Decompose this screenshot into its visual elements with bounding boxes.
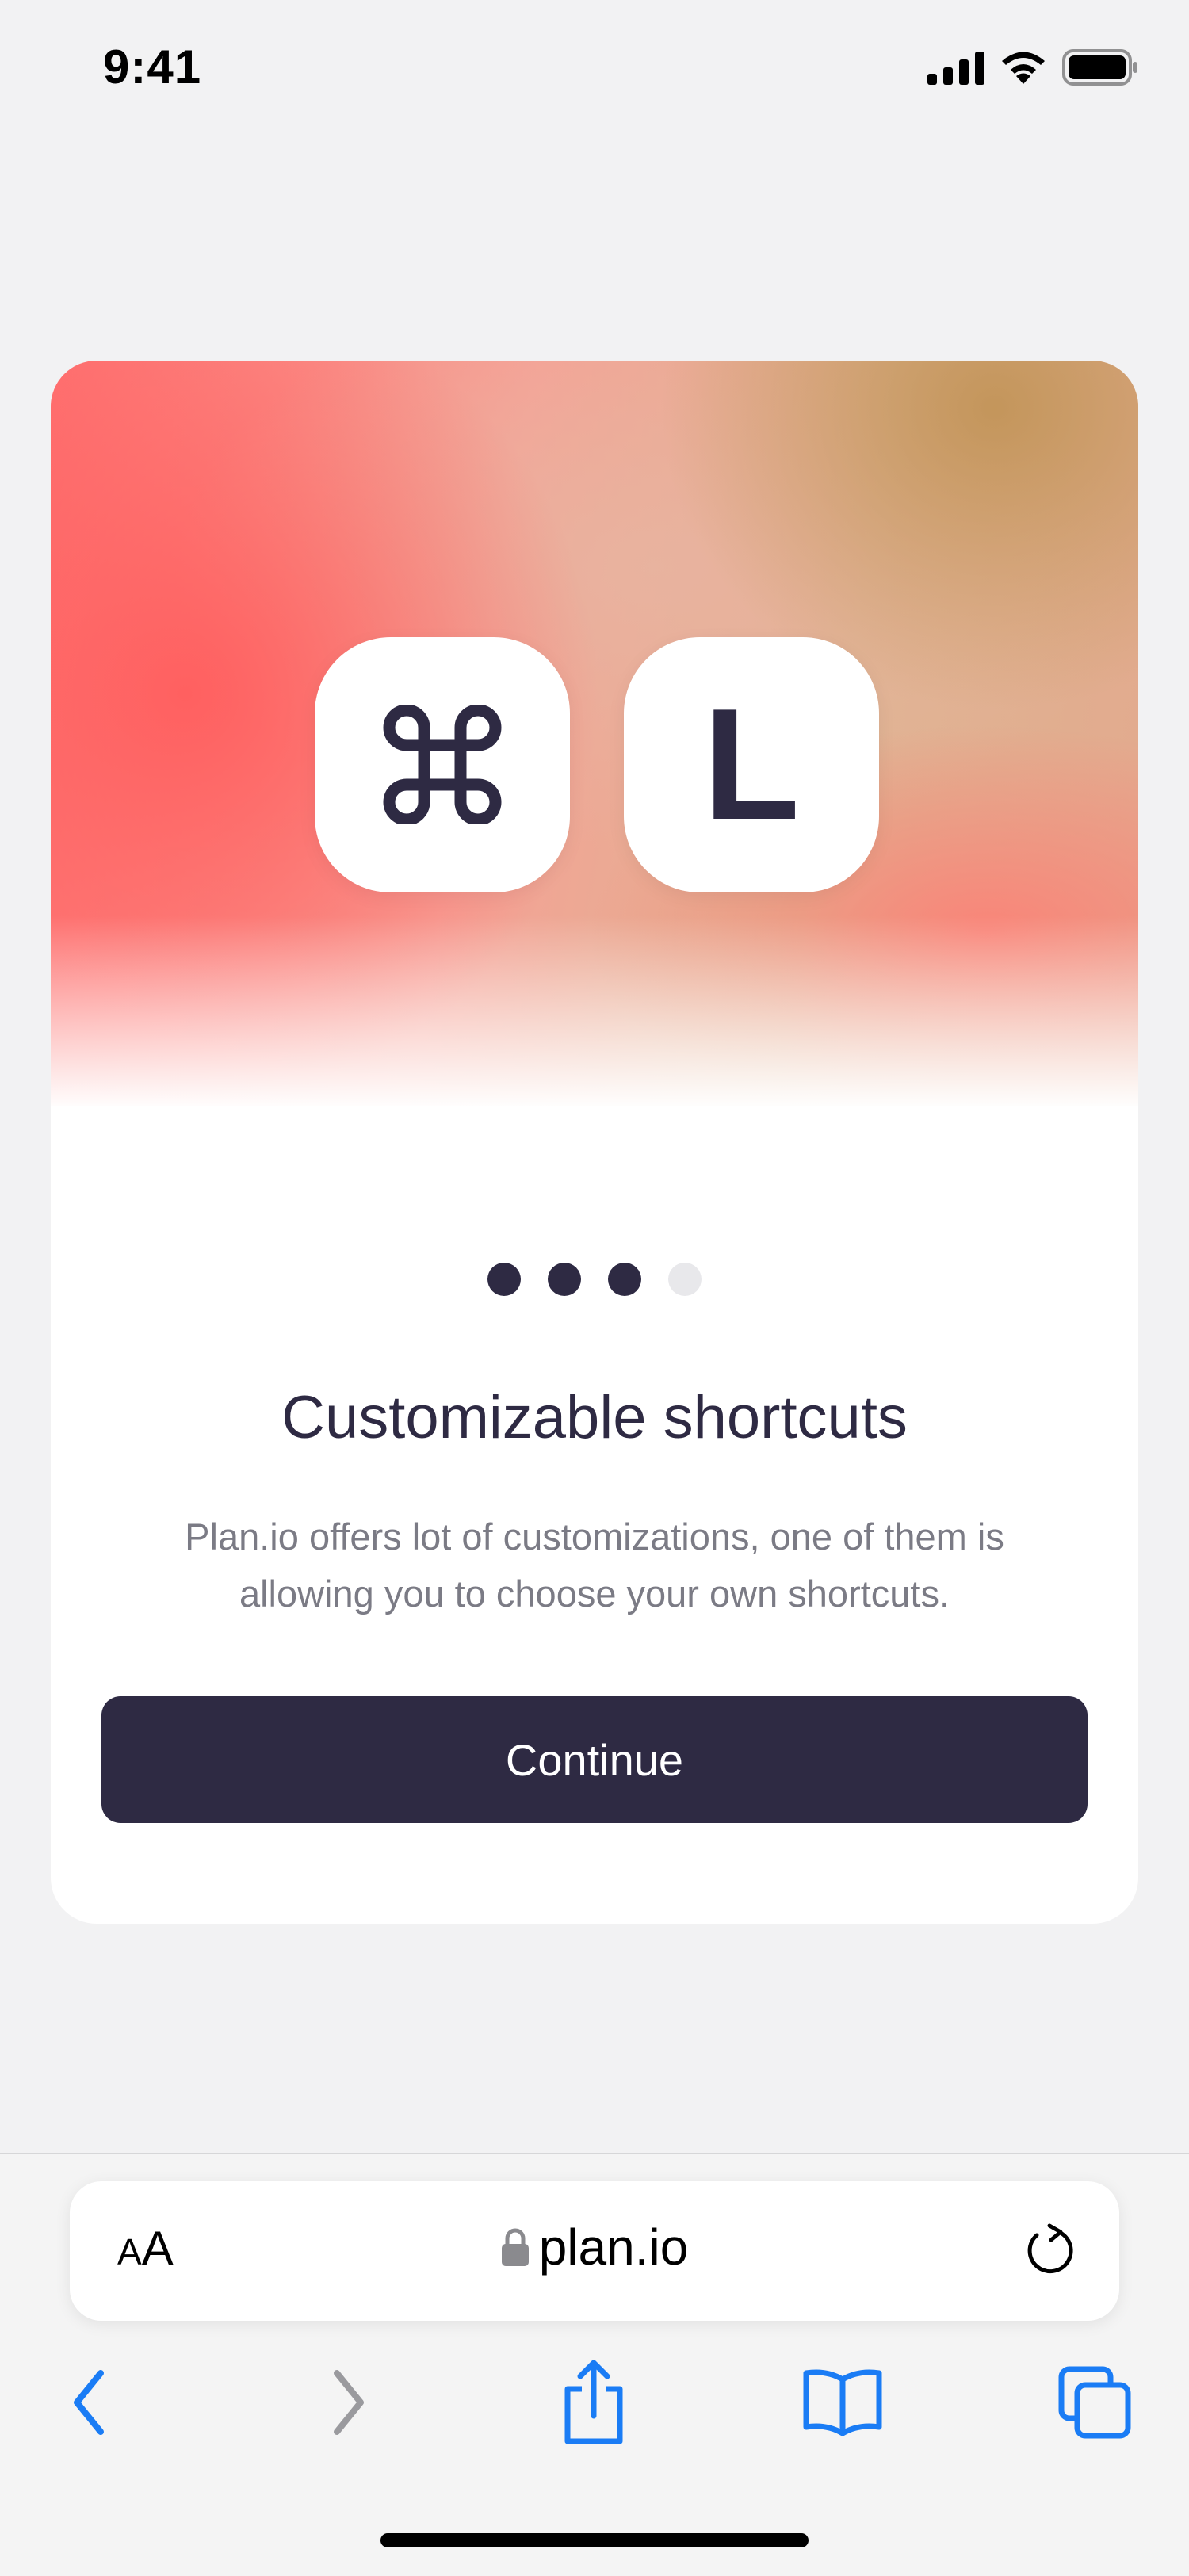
share-button[interactable]	[550, 2359, 637, 2446]
share-icon	[564, 2360, 623, 2444]
command-key	[315, 637, 570, 892]
status-bar: 9:41	[0, 0, 1189, 143]
home-indicator	[380, 2533, 809, 2547]
lock-icon	[501, 2228, 529, 2266]
continue-button[interactable]: Continue	[101, 1696, 1088, 1823]
reload-icon	[1027, 2223, 1073, 2274]
browser-chrome: A A plan.io	[0, 2153, 1189, 2576]
reload-button[interactable]	[1021, 2221, 1078, 2282]
status-icons	[927, 49, 1138, 86]
card-title: Customizable shortcuts	[281, 1384, 908, 1451]
bookmarks-icon	[803, 2369, 882, 2436]
forward-button[interactable]	[304, 2359, 392, 2446]
cellular-signal-icon	[927, 52, 984, 85]
hero-fade	[51, 915, 1138, 1110]
pagination-dot	[487, 1263, 521, 1296]
wifi-icon	[1002, 52, 1045, 84]
status-time: 9:41	[103, 40, 202, 94]
pagination-dot-inactive	[668, 1263, 702, 1296]
l-key: L	[624, 637, 879, 892]
onboarding-card: L Customizable shortcuts Plan.io offers …	[51, 361, 1138, 1924]
url-display[interactable]: plan.io	[70, 2218, 1119, 2276]
command-key-icon	[383, 705, 502, 824]
l-key-label: L	[702, 676, 801, 853]
address-bar[interactable]: A A plan.io	[70, 2181, 1119, 2321]
card-description: Plan.io offers lot of customizations, on…	[185, 1515, 1004, 1615]
back-chevron-icon	[74, 2370, 104, 2435]
forward-chevron-icon	[334, 2370, 364, 2435]
battery-icon	[1062, 49, 1137, 86]
pagination-dots	[51, 1263, 1138, 1296]
tabs-icon	[1058, 2366, 1131, 2439]
pagination-dot	[548, 1263, 581, 1296]
url-text: plan.io	[538, 2219, 689, 2276]
pagination-dot	[608, 1263, 641, 1296]
browser-toolbar	[0, 2359, 1189, 2462]
bookmarks-button[interactable]	[799, 2359, 886, 2446]
tabs-button[interactable]	[1051, 2359, 1138, 2446]
back-button[interactable]	[46, 2359, 133, 2446]
